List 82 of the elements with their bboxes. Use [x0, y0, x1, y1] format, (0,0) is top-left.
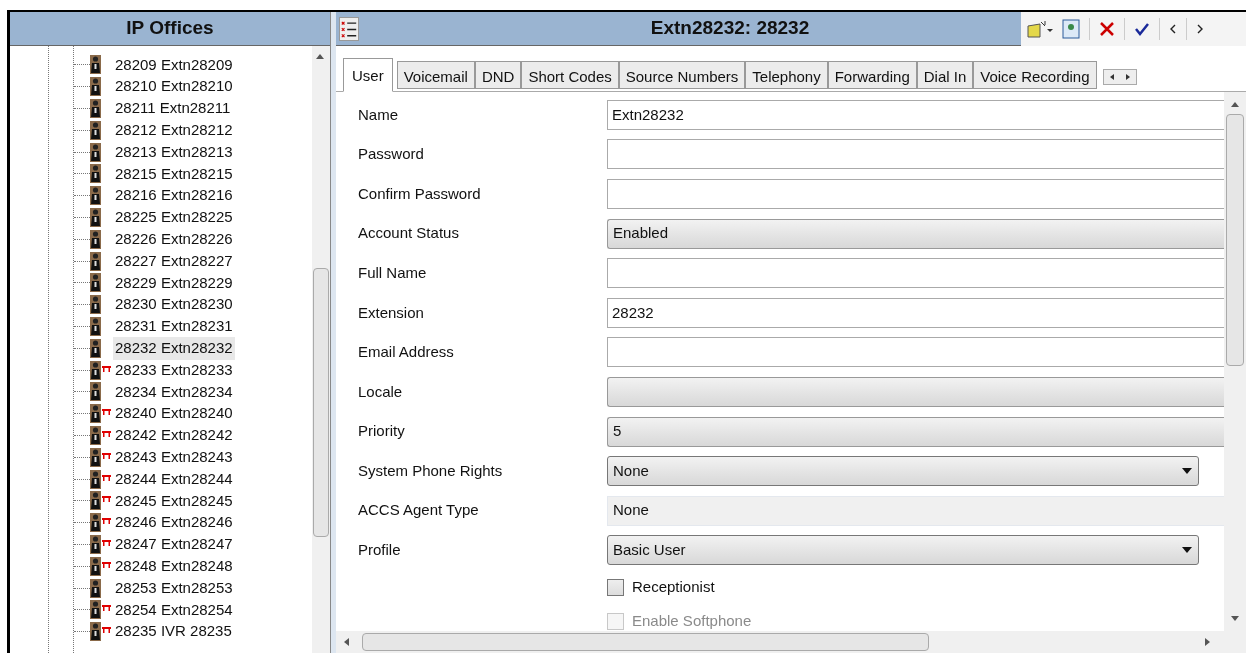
tree-item[interactable]: 28232 Extn28232	[113, 337, 235, 360]
text-field[interactable]: Extn28232	[607, 99, 1224, 130]
forward-nav-icon[interactable]	[1196, 22, 1204, 35]
tree-item[interactable]: 28235 IVR 28235	[113, 620, 234, 643]
tree-item[interactable]: 28211 Extn28211	[113, 97, 233, 120]
panel-title: IP Offices	[10, 12, 330, 46]
scroll-down-icon[interactable]	[1231, 616, 1239, 621]
caret-icon	[1182, 547, 1192, 554]
tree-item[interactable]: 28247 Extn28247	[113, 533, 235, 556]
field-label: System Phone Rights	[358, 460, 504, 481]
combo-box[interactable]	[607, 376, 1224, 407]
tree-item[interactable]: 28246 Extn28246	[113, 511, 235, 534]
tree-item[interactable]: 28213 Extn28213	[113, 140, 235, 164]
field-label: Full Name	[358, 262, 428, 283]
scrollbar[interactable]	[1224, 92, 1246, 631]
field-label: Profile	[358, 540, 402, 561]
field-label: Priority	[358, 421, 406, 442]
tree-item[interactable]: 28231 Extn28231	[113, 315, 235, 338]
tab[interactable]: Source Numbers	[618, 61, 746, 89]
new-icon[interactable]	[1027, 19, 1053, 38]
tree-item[interactable]: 28209 Extn28209	[113, 53, 235, 77]
combo-box[interactable]: Enabled	[607, 218, 1224, 249]
tree-item[interactable]: 28230 Extn28230	[113, 293, 235, 316]
field-label: Name	[358, 104, 399, 125]
document-icon[interactable]	[1062, 18, 1080, 39]
tab[interactable]: Dial In	[916, 61, 974, 89]
tree-item[interactable]: 28240 Extn28240	[113, 402, 235, 425]
tree-item[interactable]: 28234 Extn28234	[113, 380, 235, 404]
tree-item[interactable]: 28233 Extn28233	[113, 358, 235, 382]
dropdown[interactable]: Basic User	[607, 535, 1199, 566]
tree-item[interactable]: 28242 Extn28242	[113, 424, 235, 447]
back-icon[interactable]	[1169, 22, 1177, 35]
field-label: Password	[358, 144, 425, 165]
tab[interactable]: Voice Recording	[973, 61, 1097, 89]
tree-item[interactable]: 28215 Extn28215	[113, 162, 235, 186]
readonly-field: None	[607, 495, 1224, 526]
scroll-right-icon[interactable]	[1205, 638, 1210, 646]
editor-title: Extn28232: 28232	[649, 16, 811, 41]
field-label: Confirm Password	[358, 183, 482, 204]
tab[interactable]: Telephony	[745, 61, 828, 89]
tree-item[interactable]: 28244 Extn28244	[113, 467, 235, 491]
tree-item[interactable]: 28229 Extn28229	[113, 271, 235, 295]
text-field[interactable]	[607, 258, 1224, 289]
scrollbar[interactable]	[312, 46, 330, 653]
tree-item[interactable]: 28216 Extn28216	[113, 184, 235, 207]
check-icon[interactable]	[1134, 21, 1150, 36]
tab[interactable]: User	[343, 58, 393, 92]
combo-box[interactable]: 5	[607, 416, 1224, 447]
tab[interactable]: Forwarding	[827, 61, 917, 89]
scroll-up-icon[interactable]	[1231, 102, 1239, 107]
tab[interactable]: Short Codes	[521, 61, 619, 89]
field-label: ACCS Agent Type	[358, 500, 480, 521]
tab[interactable]: DND	[474, 61, 522, 89]
list-icon[interactable]	[339, 16, 359, 41]
text-field[interactable]	[607, 139, 1224, 170]
tree-item[interactable]: 28243 Extn28243	[113, 446, 235, 469]
tab[interactable]: Voicemail	[396, 61, 475, 89]
tree-item[interactable]: 28225 Extn28225	[113, 206, 235, 229]
field-label: Extension	[358, 302, 425, 323]
tree-item[interactable]: 28226 Extn28226	[113, 228, 235, 251]
tree-item[interactable]: 28254 Extn28254	[113, 598, 235, 622]
horizontal-scrollbar[interactable]	[336, 631, 1224, 653]
text-field[interactable]	[607, 337, 1224, 368]
tree-item[interactable]: 28212 Extn28212	[113, 119, 235, 142]
text-field[interactable]: 28232	[607, 297, 1224, 328]
text-field[interactable]	[607, 179, 1224, 209]
field-label: Email Address	[358, 342, 455, 363]
delete-icon[interactable]	[1099, 20, 1115, 37]
field-label: Locale	[358, 381, 404, 402]
checkbox-label: Enable Softphone	[632, 610, 752, 631]
tree-item[interactable]: 28227 Extn28227	[113, 249, 235, 273]
checkbox[interactable]	[607, 578, 624, 596]
tree-item[interactable]: 28245 Extn28245	[113, 489, 235, 513]
tree-item[interactable]: 28248 Extn28248	[113, 555, 235, 578]
scroll-left-icon[interactable]	[344, 638, 349, 646]
tree-item[interactable]: 28253 Extn28253	[113, 576, 235, 600]
scroll-up-icon[interactable]	[316, 54, 324, 59]
field-label: Account Status	[358, 223, 460, 244]
dropdown[interactable]: None	[607, 456, 1199, 487]
tree-item[interactable]: 28210 Extn28210	[113, 75, 235, 98]
checkbox-label: Receptionist	[632, 576, 715, 597]
caret-icon	[1182, 468, 1192, 475]
